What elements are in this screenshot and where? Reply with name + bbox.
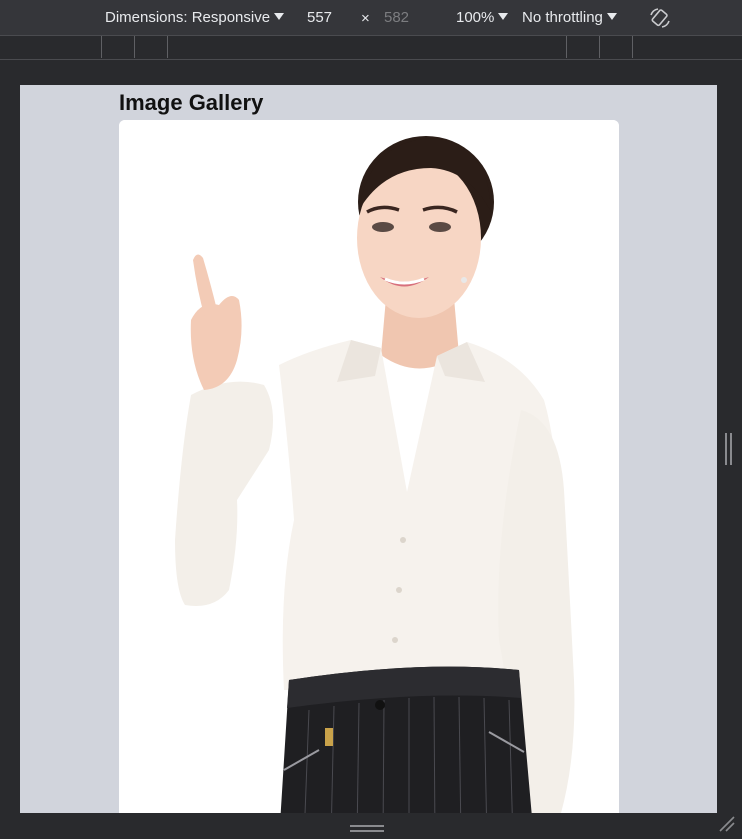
viewport-resize-handle-right[interactable] xyxy=(725,433,732,465)
resize-grip-icon xyxy=(719,816,735,832)
ruler-tick[interactable] xyxy=(566,36,567,58)
dimensions-label: Dimensions: Responsive xyxy=(105,9,271,26)
ruler-tick[interactable] xyxy=(134,36,135,58)
media-query-ruler xyxy=(0,36,742,60)
drag-handle-icon xyxy=(725,433,732,465)
ruler-tick[interactable] xyxy=(599,36,600,58)
height-input[interactable]: 582 xyxy=(384,9,409,26)
ruler-tick[interactable] xyxy=(167,36,168,58)
throttling-label: No throttling xyxy=(522,9,603,26)
rotate-icon xyxy=(650,8,670,28)
chevron-down-icon xyxy=(606,13,617,20)
times-icon: × xyxy=(361,10,370,27)
drag-handle-icon xyxy=(350,825,384,832)
ruler-tick[interactable] xyxy=(632,36,633,58)
gallery-photo xyxy=(119,120,619,813)
device-toolbar: Dimensions: Responsive 557 × 582 100% No… xyxy=(0,0,742,36)
rotate-button[interactable] xyxy=(648,6,672,30)
dimensions-dropdown[interactable]: Dimensions: Responsive xyxy=(105,9,285,26)
chevron-down-icon xyxy=(274,13,285,20)
viewport-resize-handle-bottom[interactable] xyxy=(350,821,384,832)
width-input[interactable]: 557 xyxy=(307,9,332,26)
zoom-label: 100% xyxy=(456,9,495,26)
chevron-down-icon xyxy=(498,13,509,20)
page-title: Image Gallery xyxy=(119,90,264,115)
viewport-resize-corner[interactable] xyxy=(718,815,736,833)
throttling-dropdown[interactable]: No throttling xyxy=(522,9,617,26)
device-viewport: Image Gallery xyxy=(20,85,717,813)
ruler-tick[interactable] xyxy=(101,36,102,58)
gallery-image-card xyxy=(119,120,619,813)
zoom-dropdown[interactable]: 100% xyxy=(456,9,509,26)
